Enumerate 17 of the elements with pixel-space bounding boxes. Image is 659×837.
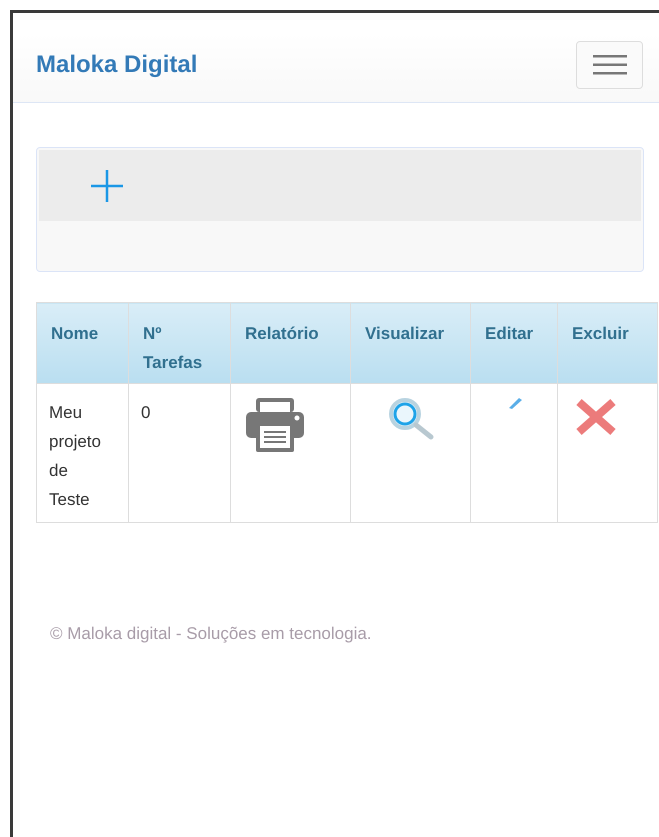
table-cell: 0 [128,384,230,522]
delete-icon[interactable] [575,398,617,436]
column-header: Nome [36,302,128,384]
column-header: Relatório [230,302,350,384]
search-icon[interactable] [387,396,435,440]
brand-link[interactable]: Maloka Digital [36,47,198,83]
printer-icon[interactable] [246,398,304,452]
menu-button[interactable] [576,41,643,89]
menu-icon [592,54,626,76]
column-header: Excluir [558,302,658,384]
footer-text: © Maloka digital - Soluções em tecnologia. [50,623,373,645]
pencil-icon[interactable] [507,396,523,410]
column-header: Visualizar [350,302,470,384]
column-header: Nº Tarefas [128,302,230,384]
table-cell: Meu projeto de Teste [36,384,128,522]
plus-icon [89,168,125,204]
column-header: Editar [470,302,558,384]
